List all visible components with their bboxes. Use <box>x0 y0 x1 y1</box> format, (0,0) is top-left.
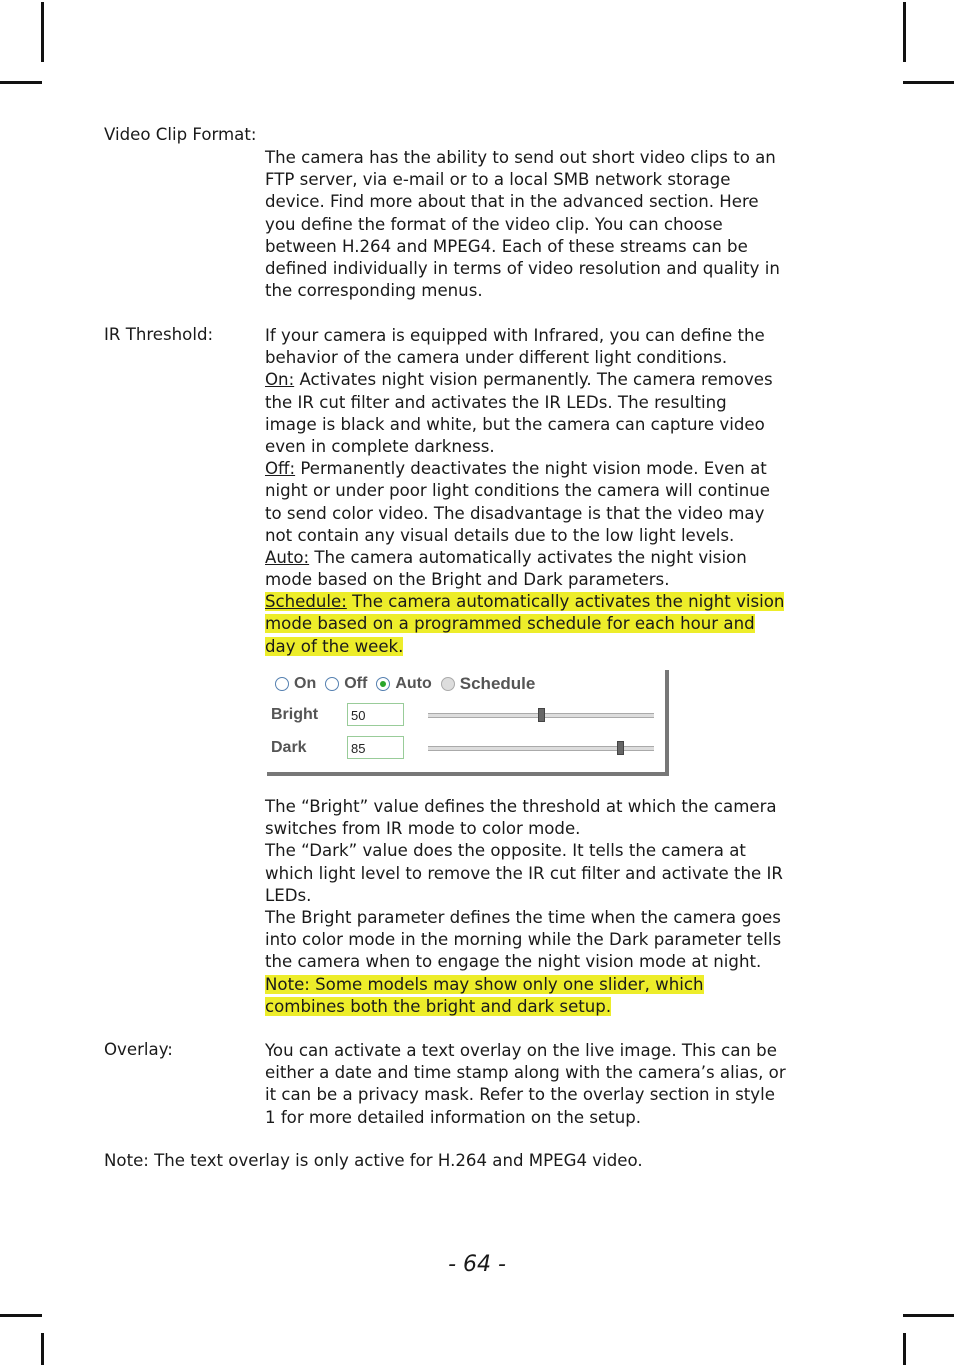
text-line: The “Dark” value does the opposite. It t… <box>265 841 746 861</box>
highlighted-text: day of the week. <box>265 636 404 656</box>
text-line: mode based on a programmed schedule for … <box>265 613 855 635</box>
text-line: the IR cut filter and activates the IR L… <box>265 392 727 412</box>
off-description: Off: Permanently deactivates the night v… <box>265 458 855 480</box>
ir-mode-radio-group: On Off Auto Schedule <box>275 674 544 694</box>
text-line: it can be a privacy mask. Refer to the o… <box>265 1085 775 1105</box>
text-line: 1 for more detailed information on the s… <box>265 1107 642 1127</box>
text-line: If your camera is equipped with Infrared… <box>265 326 765 345</box>
text-line: LEDs. <box>265 885 312 905</box>
ir-threshold-text: If your camera is equipped with Infrared… <box>265 325 855 658</box>
text-span: The camera automatically activates the n… <box>309 547 747 567</box>
highlighted-text: Note: Some models may show only one slid… <box>265 974 704 994</box>
page-number: - 64 - <box>448 1252 506 1277</box>
text-line: You can activate a text overlay on the l… <box>265 1041 777 1060</box>
text-line: between H.264 and MPEG4. Each of these s… <box>265 236 748 256</box>
bright-input[interactable]: 50 <box>347 703 404 726</box>
text-line: you define the format of the video clip.… <box>265 214 723 234</box>
video-clip-format-label: Video Clip Format: <box>104 125 257 144</box>
text-line: the camera when to engage the night visi… <box>265 952 762 972</box>
text-line: to send color video. The disadvantage is… <box>265 503 765 523</box>
radio-option-off[interactable]: Off <box>325 675 367 693</box>
crop-mark <box>903 81 954 84</box>
auto-term: Auto: <box>265 547 310 567</box>
radio-selected-icon[interactable] <box>376 677 391 691</box>
text-line: The “Bright” value defines the threshold… <box>265 797 777 816</box>
text-line: night or under poor light conditions the… <box>265 481 770 501</box>
dark-slider[interactable] <box>428 741 654 755</box>
radio-label: Schedule <box>459 674 536 693</box>
auto-description: Auto: The camera automatically activates… <box>265 547 855 569</box>
text-line: not contain any visual details due to th… <box>265 525 735 545</box>
bright-slider-thumb[interactable] <box>538 708 545 722</box>
text-line: behavior of the camera under different l… <box>265 348 728 368</box>
crop-mark <box>903 2 906 62</box>
schedule-term: Schedule: <box>265 592 347 612</box>
off-term: Off: <box>265 459 296 479</box>
dark-input[interactable]: 85 <box>347 736 404 759</box>
text-line: into color mode in the morning while the… <box>265 930 782 950</box>
text-line: which light level to remove the IR cut f… <box>265 863 783 883</box>
text-line: The Bright parameter defines the time wh… <box>265 907 781 927</box>
overlay-label: Overlay: <box>104 1040 173 1059</box>
radio-option-on[interactable]: On <box>275 675 316 693</box>
text-line: FTP server, via e-mail or to a local SMB… <box>265 170 731 190</box>
on-description: On: Activates night vision permanently. … <box>265 369 855 391</box>
video-clip-format-text: The camera has the ability to send out s… <box>265 147 855 302</box>
text-line: image is black and white, but the camera… <box>265 414 765 434</box>
dark-label: Dark <box>271 739 307 756</box>
final-note: Note: The text overlay is only active fo… <box>104 1151 643 1170</box>
bright-dark-explanation: The “Bright” value defines the threshold… <box>265 796 855 1018</box>
text-line: The camera has the ability to send out s… <box>265 148 776 167</box>
radio-label: Off <box>344 675 368 692</box>
text-line: the corresponding menus. <box>265 281 483 301</box>
highlighted-text: mode based on a programmed schedule for … <box>265 614 755 634</box>
text-span: Activates night vision permanently. The … <box>294 370 773 390</box>
dark-slider-thumb[interactable] <box>617 741 625 755</box>
radio-option-schedule[interactable]: Schedule <box>440 674 536 694</box>
on-term: On: <box>265 370 295 390</box>
radio-label: On <box>294 675 317 692</box>
ir-settings-panel: On Off Auto Schedule Bright 50 Dark 85 <box>267 670 669 776</box>
text-line: either a date and time stamp along with … <box>265 1063 786 1083</box>
text-span: Permanently deactivates the night vision… <box>295 459 767 479</box>
radio-label: Auto <box>395 675 432 692</box>
radio-icon[interactable] <box>325 677 340 691</box>
text-line: switches from IR mode to color mode. <box>265 819 581 839</box>
crop-mark <box>41 1333 44 1365</box>
radio-option-auto[interactable]: Auto <box>376 675 432 693</box>
crop-mark <box>0 81 42 84</box>
note-line: combines both the bright and dark setup. <box>265 996 855 1018</box>
note-line: Note: Some models may show only one slid… <box>265 974 855 996</box>
highlighted-text: combines both the bright and dark setup. <box>265 996 612 1016</box>
schedule-description: Schedule: The camera automatically activ… <box>265 591 855 613</box>
overlay-text: You can activate a text overlay on the l… <box>265 1040 855 1129</box>
bright-slider[interactable] <box>428 708 654 722</box>
text-line: day of the week. <box>265 636 855 658</box>
text-line: device. Find more about that in the adva… <box>265 192 759 212</box>
radio-disabled-icon[interactable] <box>440 677 455 691</box>
crop-mark <box>0 1314 42 1317</box>
text-span: The camera automatically activates the n… <box>346 592 785 612</box>
crop-mark <box>41 2 44 62</box>
bright-label: Bright <box>271 706 319 723</box>
text-line: even in complete darkness. <box>265 436 495 456</box>
text-line: mode based on the Bright and Dark parame… <box>265 570 670 590</box>
crop-mark <box>903 1333 906 1365</box>
ir-threshold-label: IR Threshold: <box>104 325 214 344</box>
text-line: defined individually in terms of video r… <box>265 258 780 278</box>
crop-mark <box>903 1314 954 1317</box>
radio-icon[interactable] <box>275 677 289 691</box>
